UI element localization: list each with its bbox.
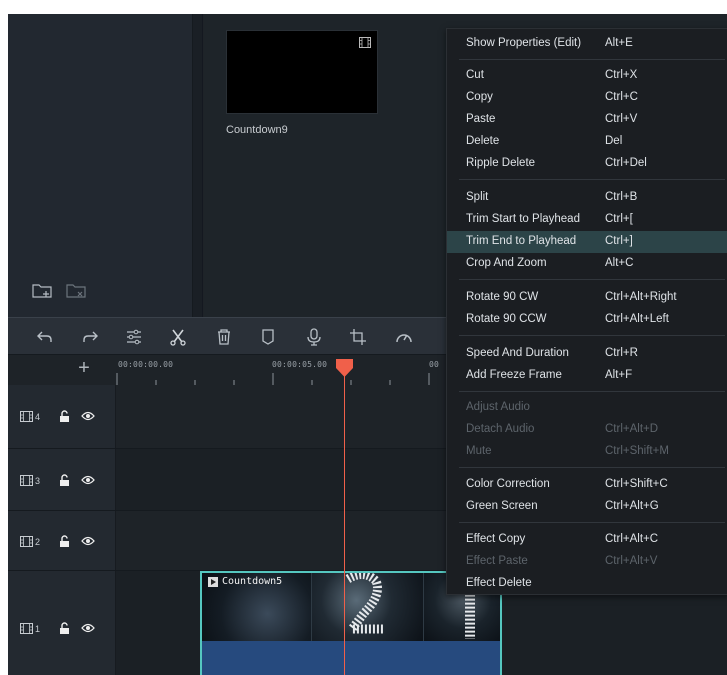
eye-icon[interactable]	[81, 411, 95, 421]
eye-icon[interactable]	[81, 475, 95, 485]
clip-audio-area	[202, 641, 500, 675]
lock-icon[interactable]	[59, 622, 70, 634]
lock-icon[interactable]	[59, 535, 70, 547]
menu-item-effect-delete[interactable]: Effect Delete	[447, 573, 727, 595]
menu-item-mute: Mute Ctrl+Shift+M	[466, 445, 669, 457]
play-icon	[208, 576, 218, 587]
menu-item-color-correction[interactable]: Color Correction Ctrl+Shift+C	[447, 474, 727, 496]
menu-item-adjust-audio: Adjust Audio	[466, 401, 530, 413]
clip-title: Countdown5	[208, 575, 282, 588]
redo-icon[interactable]	[80, 327, 100, 347]
panel-divider[interactable]	[193, 14, 203, 317]
menu-item-paste[interactable]: Paste Ctrl+V	[447, 109, 727, 131]
voiceover-icon[interactable]	[304, 327, 324, 347]
clip-title-text: Countdown5	[222, 576, 283, 587]
menu-item-green-screen[interactable]: Green Screen Ctrl+Alt+G	[447, 496, 727, 518]
speed-icon[interactable]	[394, 327, 414, 347]
menu-item-effect-paste: Effect Paste Ctrl+Alt+V	[466, 555, 658, 567]
marker-icon[interactable]	[258, 327, 278, 347]
track-number: 2	[35, 537, 41, 547]
track-header: 3	[8, 449, 116, 511]
eye-icon[interactable]	[81, 536, 95, 546]
media-library-sidebar	[8, 14, 193, 317]
film-icon	[359, 37, 371, 48]
menu-item-copy[interactable]: Copy Ctrl+C	[447, 87, 727, 109]
countdown-digit-icon	[343, 573, 384, 634]
film-icon	[20, 623, 33, 634]
track-number: 4	[35, 412, 41, 422]
menu-item-speed-duration[interactable]: Speed And Duration Ctrl+R	[447, 343, 727, 365]
menu-item-split[interactable]: Split Ctrl+B	[447, 187, 727, 209]
track-number: 1	[35, 624, 41, 634]
add-track-button[interactable]: +	[74, 357, 94, 380]
track-header: 4	[8, 385, 116, 449]
timecode-clipped: 00	[429, 360, 440, 369]
playhead-line[interactable]	[344, 369, 345, 675]
undo-icon[interactable]	[35, 327, 55, 347]
menu-item-show-properties[interactable]: Show Properties (Edit) Alt+E	[447, 33, 727, 55]
film-icon	[20, 411, 33, 422]
film-icon	[20, 536, 33, 547]
delete-folder-icon[interactable]	[66, 282, 88, 300]
cut-icon[interactable]	[168, 327, 188, 347]
track-header: 1	[8, 571, 116, 675]
menu-item-cut[interactable]: Cut Ctrl+X	[447, 65, 727, 87]
timecode-start: 00:00:00.00	[118, 360, 174, 369]
track-number: 3	[35, 476, 41, 486]
menu-item-freeze-frame[interactable]: Add Freeze Frame Alt+F	[447, 365, 727, 387]
lock-icon[interactable]	[59, 410, 70, 422]
menu-item-trim-start[interactable]: Trim Start to Playhead Ctrl+[	[447, 209, 727, 231]
menu-item-rotate-ccw[interactable]: Rotate 90 CCW Ctrl+Alt+Left	[447, 309, 727, 331]
lock-icon[interactable]	[59, 474, 70, 486]
menu-item-ripple-delete[interactable]: Ripple Delete Ctrl+Del	[447, 153, 727, 175]
menu-item-trim-end[interactable]: Trim End to Playhead Ctrl+]	[447, 231, 727, 253]
new-folder-icon[interactable]	[32, 282, 54, 300]
playhead-handle[interactable]	[336, 359, 353, 377]
track-header: 2	[8, 511, 116, 571]
crop-icon[interactable]	[348, 327, 368, 347]
media-clip-label: Countdown9	[226, 124, 288, 136]
menu-item-crop-zoom[interactable]: Crop And Zoom Alt+C	[447, 253, 727, 275]
media-thumbnail[interactable]	[226, 30, 378, 114]
delete-icon[interactable]	[214, 327, 234, 347]
menu-item-effect-copy[interactable]: Effect Copy Ctrl+Alt+C	[447, 529, 727, 551]
menu-item-detach-audio: Detach Audio Ctrl+Alt+D	[466, 423, 659, 435]
context-menu: Show Properties (Edit) Alt+E Cut Ctrl+X Co…	[446, 28, 727, 595]
film-icon	[20, 475, 33, 486]
adjust-icon[interactable]	[124, 327, 144, 347]
menu-item-delete[interactable]: Delete Del	[447, 131, 727, 153]
video-editor-window: Countdown9 + 00:00:00.00 00:00:05.00 00 …	[8, 14, 727, 675]
eye-icon[interactable]	[81, 623, 95, 633]
menu-item-rotate-cw[interactable]: Rotate 90 CW Ctrl+Alt+Right	[447, 287, 727, 309]
clip-frame	[312, 573, 424, 641]
timecode-mid: 00:00:05.00	[272, 360, 328, 369]
